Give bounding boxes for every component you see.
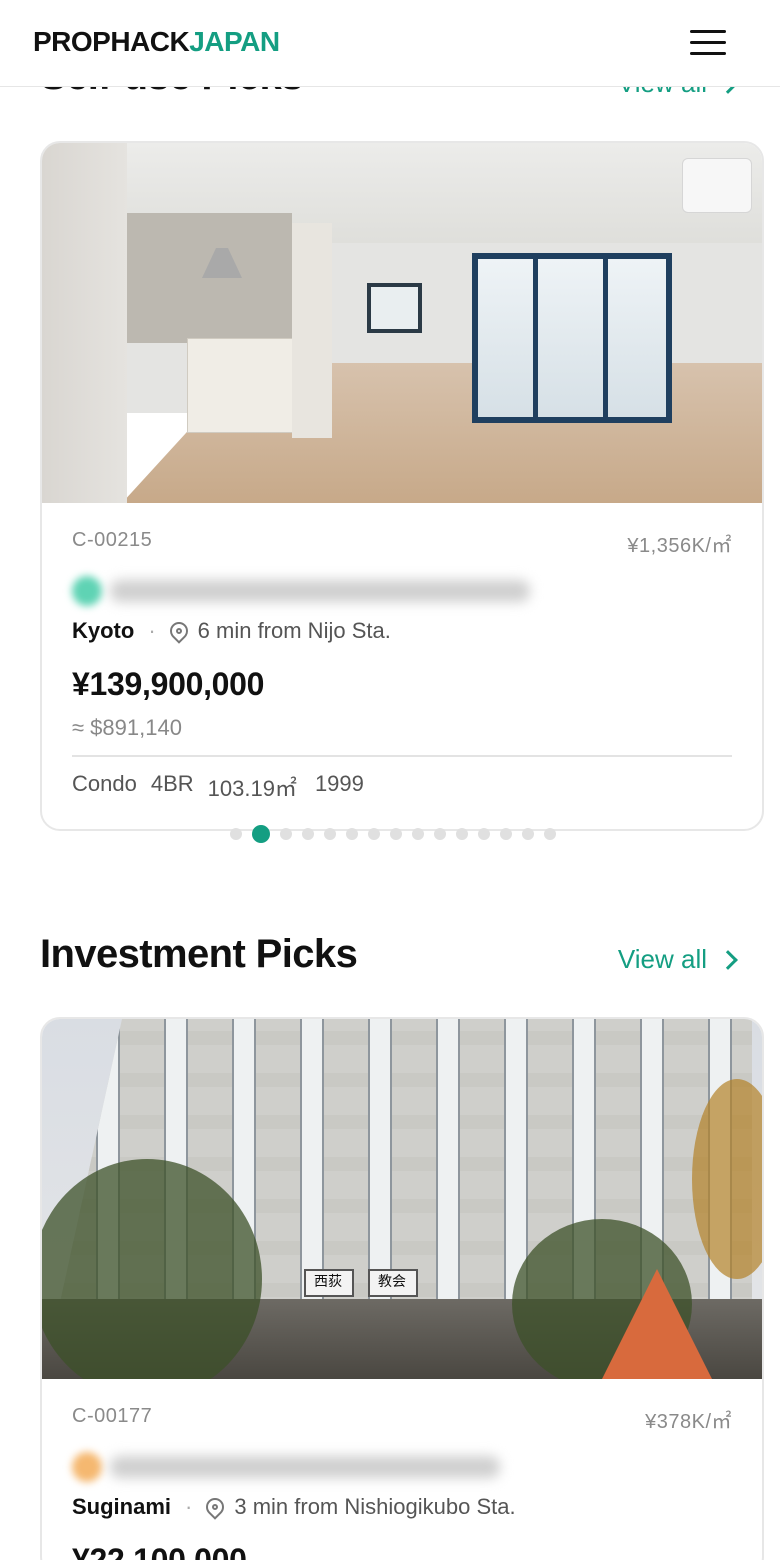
carousel-dot[interactable] (280, 828, 292, 840)
carousel-dot[interactable] (390, 828, 402, 840)
blurred-property-name (72, 1452, 732, 1482)
property-area: Kyoto (72, 618, 135, 643)
carousel-dot[interactable] (252, 825, 270, 843)
carousel-dot[interactable] (456, 828, 468, 840)
carousel-dot[interactable] (368, 828, 380, 840)
carousel-dot[interactable] (302, 828, 314, 840)
property-card-investment[interactable]: 西荻 教会 C-00177 ¥378K/㎡ Suginami · 3 min f… (40, 1017, 764, 1560)
logo-japan: JAPAN (189, 26, 280, 57)
property-card-self-use[interactable]: C-00215 ¥1,356K/㎡ Kyoto · 6 min from Nij… (40, 141, 764, 831)
site-header: PROPHACKJAPAN (0, 0, 780, 87)
property-area: Suginami (72, 1494, 172, 1519)
sign-text-1: 西荻 (314, 1273, 342, 1289)
carousel-dot[interactable] (346, 828, 358, 840)
carousel-dot[interactable] (434, 828, 446, 840)
carousel-pagination (230, 825, 556, 843)
property-price: ¥139,900,000 (72, 666, 265, 702)
price-per-sqm: ¥1,356K/㎡ (627, 535, 732, 557)
carousel-dot[interactable] (230, 828, 242, 840)
property-price: ¥22,100,000 (72, 1542, 247, 1560)
spec-size: 103.19㎡ (207, 776, 297, 801)
hamburger-menu-icon[interactable] (690, 30, 726, 58)
carousel-dot[interactable] (324, 828, 336, 840)
view-all-investment-link[interactable]: View all (617, 944, 738, 975)
logo-prophack: PROPHACK (33, 26, 190, 57)
price-per-sqm: ¥378K/㎡ (645, 1411, 732, 1433)
carousel-dot[interactable] (412, 828, 424, 840)
blurred-property-name (72, 576, 732, 606)
carousel-dot[interactable] (500, 828, 512, 840)
spec-year: 1999 (314, 771, 364, 796)
property-code: C-00215 (72, 529, 153, 551)
property-photo-interior (42, 143, 762, 503)
location-pin-icon (165, 618, 192, 644)
location-pin-icon (202, 1494, 229, 1520)
chevron-right-icon (718, 949, 738, 970)
view-all-label: View all (617, 944, 707, 974)
property-price-usd: ≈ $891,140 (72, 715, 732, 757)
sign-text-2: 教会 (378, 1273, 406, 1289)
station-distance: 3 min from Nishiogikubo Sta. (234, 1494, 516, 1519)
carousel-dot[interactable] (544, 828, 556, 840)
carousel-dot[interactable] (522, 828, 534, 840)
section-title-investment: Investment Picks (40, 932, 358, 976)
property-code: C-00177 (72, 1405, 153, 1427)
carousel-dot[interactable] (478, 828, 490, 840)
station-distance: 6 min from Nijo Sta. (197, 618, 391, 643)
site-logo[interactable]: PROPHACKJAPAN (33, 26, 280, 58)
property-photo-building: 西荻 教会 (42, 1019, 762, 1379)
property-specs: Condo 4BR 103.19㎡ 1999 (72, 757, 732, 829)
spec-rooms: 4BR (150, 771, 194, 796)
spec-type: Condo (72, 771, 137, 796)
